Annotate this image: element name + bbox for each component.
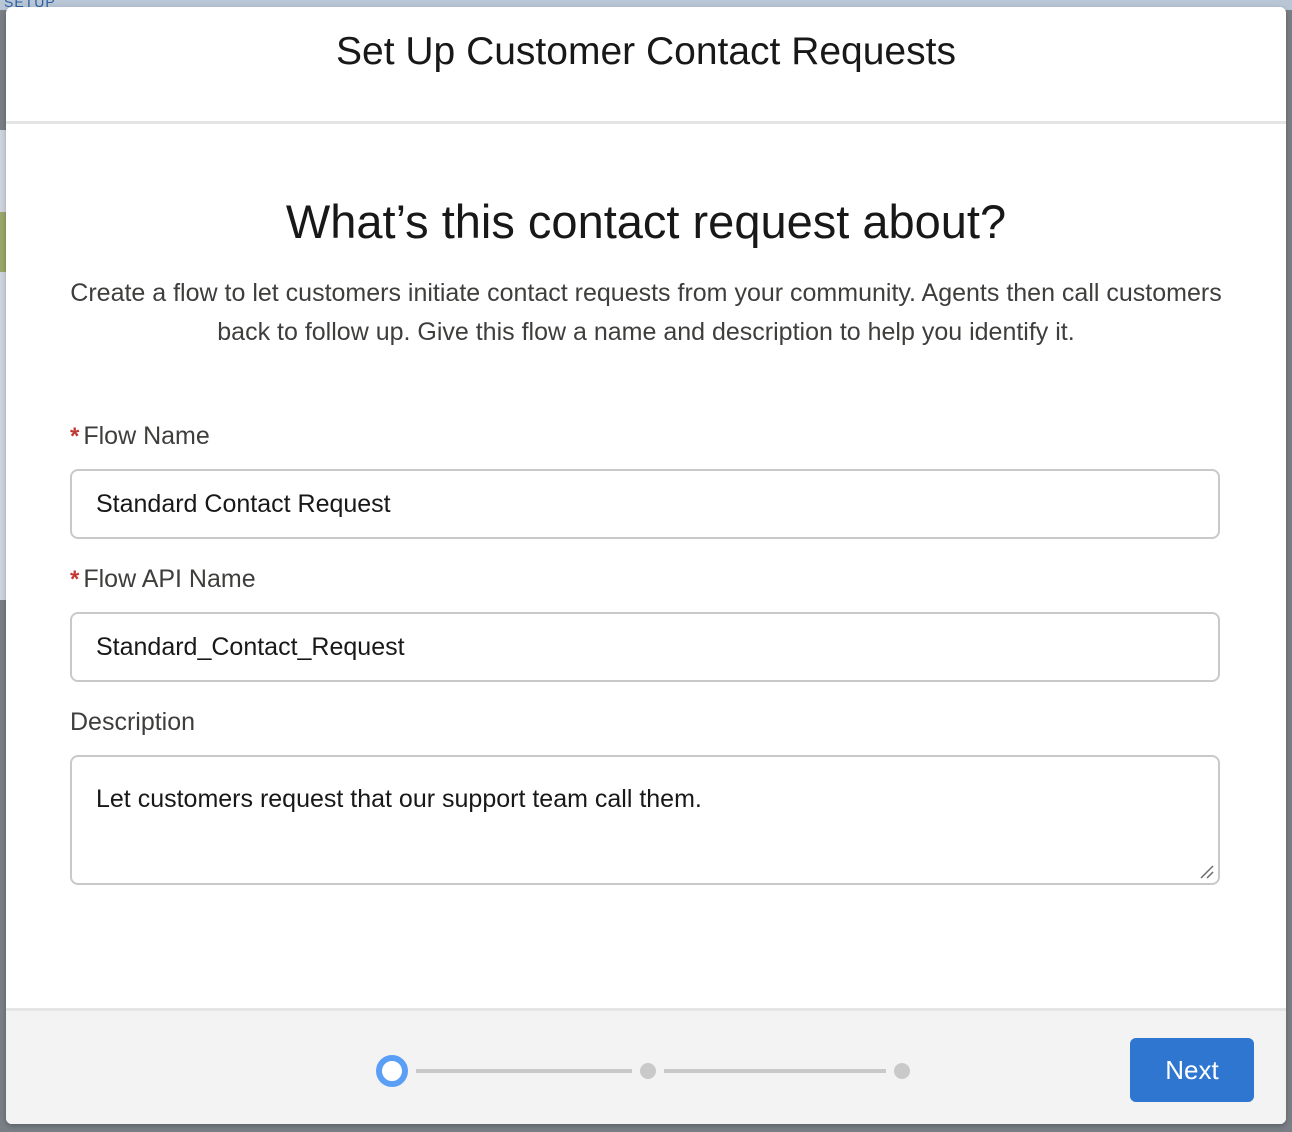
progress-step-2 — [640, 1063, 656, 1079]
modal-body: What’s this contact request about? Creat… — [6, 124, 1286, 1008]
description-textarea[interactable]: Let customers request that our support t… — [70, 755, 1220, 885]
flow-name-label-text: Flow Name — [83, 422, 210, 450]
modal-header: Set Up Customer Contact Requests — [6, 7, 1286, 124]
progress-step-1-current — [376, 1055, 408, 1087]
description-value: Let customers request that our support t… — [96, 785, 702, 813]
progress-track-segment — [664, 1069, 886, 1073]
flow-name-input[interactable]: Standard Contact Request — [70, 469, 1220, 539]
required-marker: * — [70, 566, 80, 593]
flow-api-name-value: Standard_Contact_Request — [96, 632, 405, 661]
flow-api-name-label-text: Flow API Name — [83, 565, 256, 593]
page-heading: What’s this contact request about? — [285, 195, 1007, 248]
required-marker: * — [70, 423, 80, 450]
intro-text: Create a flow to let customers initiate … — [70, 279, 1222, 346]
flow-name-label: * Flow Name — [70, 422, 210, 451]
flow-api-name-input[interactable]: Standard_Contact_Request — [70, 612, 1220, 682]
progress-track-segment — [416, 1069, 632, 1073]
modal-title: Set Up Customer Contact Requests — [336, 29, 956, 73]
setup-modal: Set Up Customer Contact Requests What’s … — [6, 7, 1286, 1124]
resize-handle-icon[interactable] — [1198, 863, 1214, 879]
description-label: Description — [70, 708, 196, 736]
next-button[interactable]: Next — [1130, 1038, 1254, 1102]
flow-api-name-label: * Flow API Name — [70, 565, 256, 594]
flow-name-value: Standard Contact Request — [96, 489, 391, 518]
progress-step-3 — [894, 1063, 910, 1079]
modal-footer: Next — [6, 1008, 1286, 1124]
